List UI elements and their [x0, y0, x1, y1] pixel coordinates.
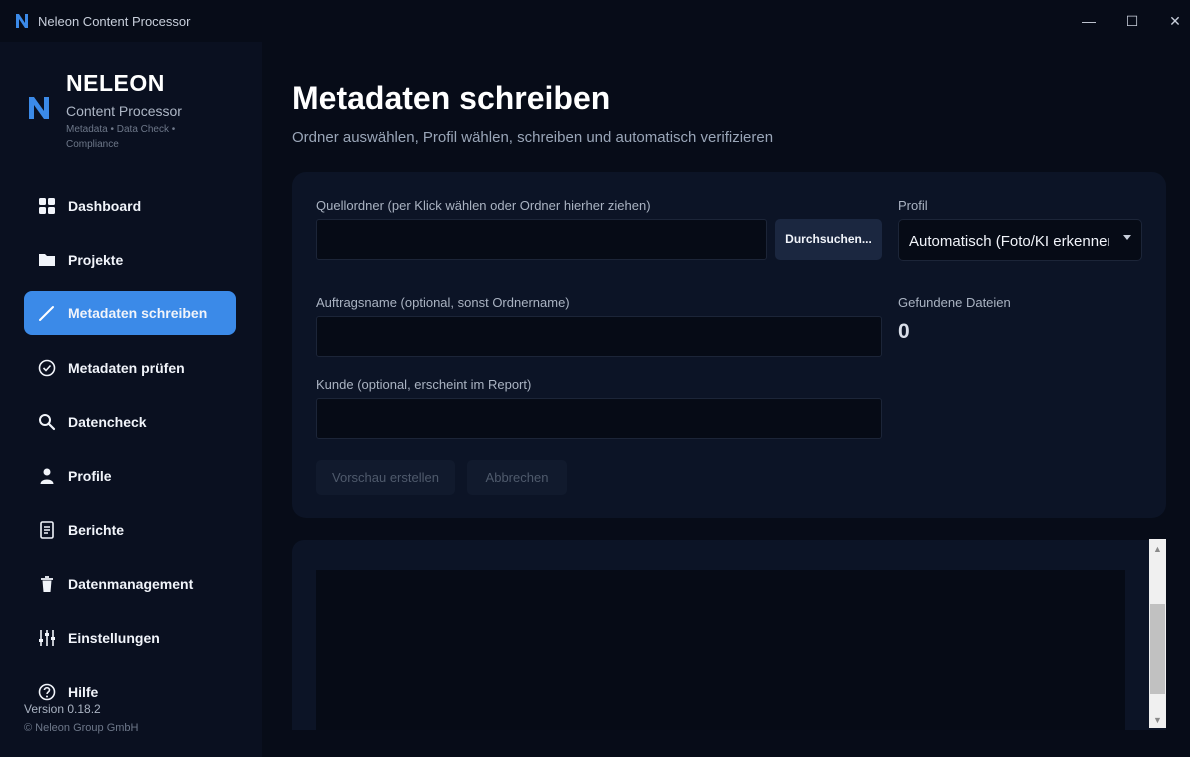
sidebar-item-label: Datencheck	[68, 414, 147, 430]
output-scrollbar[interactable]: ▲ ▼	[1149, 539, 1166, 728]
minimize-button[interactable]: —	[1078, 10, 1100, 32]
profile-select-value: Automatisch (Foto/KI erkennen)	[909, 233, 1109, 250]
customer-input[interactable]	[316, 398, 882, 439]
maximize-button[interactable]: ☐	[1121, 10, 1143, 32]
grid-icon	[39, 198, 55, 214]
person-icon	[40, 468, 54, 484]
source-folder-label: Quellordner (per Klick wählen oder Ordne…	[316, 198, 651, 213]
output-log-area	[316, 570, 1125, 730]
sidebar-item-projekte[interactable]: Projekte	[24, 238, 236, 282]
version-text: Version 0.18.2	[24, 702, 101, 716]
brand-name: NELEON	[66, 70, 165, 96]
sidebar-item-profile[interactable]: Profile	[24, 454, 236, 498]
scroll-down-icon[interactable]: ▼	[1153, 715, 1162, 725]
sidebar-item-metadaten-pruefen[interactable]: Metadaten prüfen	[24, 346, 236, 390]
copyright-text: © Neleon Group GmbH	[24, 722, 139, 734]
profile-select[interactable]: Automatisch (Foto/KI erkennen)	[898, 219, 1142, 261]
browse-button[interactable]: Durchsuchen...	[775, 219, 882, 260]
preview-button[interactable]: Vorschau erstellen	[316, 460, 455, 495]
sidebar-item-label: Dashboard	[68, 198, 142, 214]
sidebar-item-label: Einstellungen	[68, 630, 160, 646]
sidebar-item-datenmanagement[interactable]: Datenmanagement	[24, 562, 236, 606]
brand-tagline: Metadata • Data Check • Compliance	[66, 124, 176, 150]
search-icon	[39, 414, 56, 431]
sidebar-item-label: Hilfe	[68, 684, 99, 700]
pencil-icon	[39, 306, 54, 321]
cancel-button[interactable]: Abbrechen	[467, 460, 567, 495]
profile-label: Profil	[898, 198, 928, 213]
sidebar-item-label: Metadaten schreiben	[68, 305, 208, 321]
scroll-thumb[interactable]	[1150, 604, 1165, 694]
help-icon	[38, 683, 56, 701]
job-name-input[interactable]	[316, 316, 882, 357]
sidebar-item-dashboard[interactable]: Dashboard	[24, 184, 236, 228]
sidebar-item-label: Profile	[68, 468, 112, 484]
sidebar-item-berichte[interactable]: Berichte	[24, 508, 236, 552]
brand-subtitle: Content Processor	[66, 103, 182, 119]
page-title: Metadaten schreiben	[292, 80, 611, 116]
job-name-label: Auftragsname (optional, sonst Ordnername…	[316, 295, 570, 310]
sidebar-item-label: Berichte	[68, 522, 125, 538]
trash-icon	[41, 576, 53, 592]
scroll-up-icon[interactable]: ▲	[1153, 544, 1162, 554]
app-logo-icon	[16, 14, 28, 28]
page-subtitle: Ordner auswählen, Profil wählen, schreib…	[292, 129, 774, 146]
brand-logo-icon	[29, 97, 49, 119]
customer-label: Kunde (optional, erscheint im Report)	[316, 377, 532, 392]
sidebar-item-einstellungen[interactable]: Einstellungen	[24, 616, 236, 660]
sidebar-item-label: Datenmanagement	[68, 576, 194, 592]
sidebar-item-datencheck[interactable]: Datencheck	[24, 400, 236, 444]
window-title: Neleon Content Processor	[38, 14, 191, 29]
chevron-down-icon	[1123, 235, 1131, 240]
check-circle-icon	[38, 359, 56, 377]
sidebar-item-metadaten-schreiben[interactable]: Metadaten schreiben	[24, 291, 236, 335]
close-button[interactable]: ✕	[1164, 10, 1186, 32]
found-files-label: Gefundene Dateien	[898, 295, 1011, 310]
sliders-icon	[39, 630, 55, 646]
source-folder-input[interactable]	[316, 219, 767, 260]
title-bar: Neleon Content Processor — ☐ ✕	[0, 0, 1190, 42]
sidebar-item-label: Projekte	[68, 252, 124, 268]
document-icon	[40, 521, 54, 539]
sidebar-item-label: Metadaten prüfen	[68, 360, 185, 376]
folder-icon	[39, 254, 55, 266]
found-files-count: 0	[898, 320, 910, 343]
